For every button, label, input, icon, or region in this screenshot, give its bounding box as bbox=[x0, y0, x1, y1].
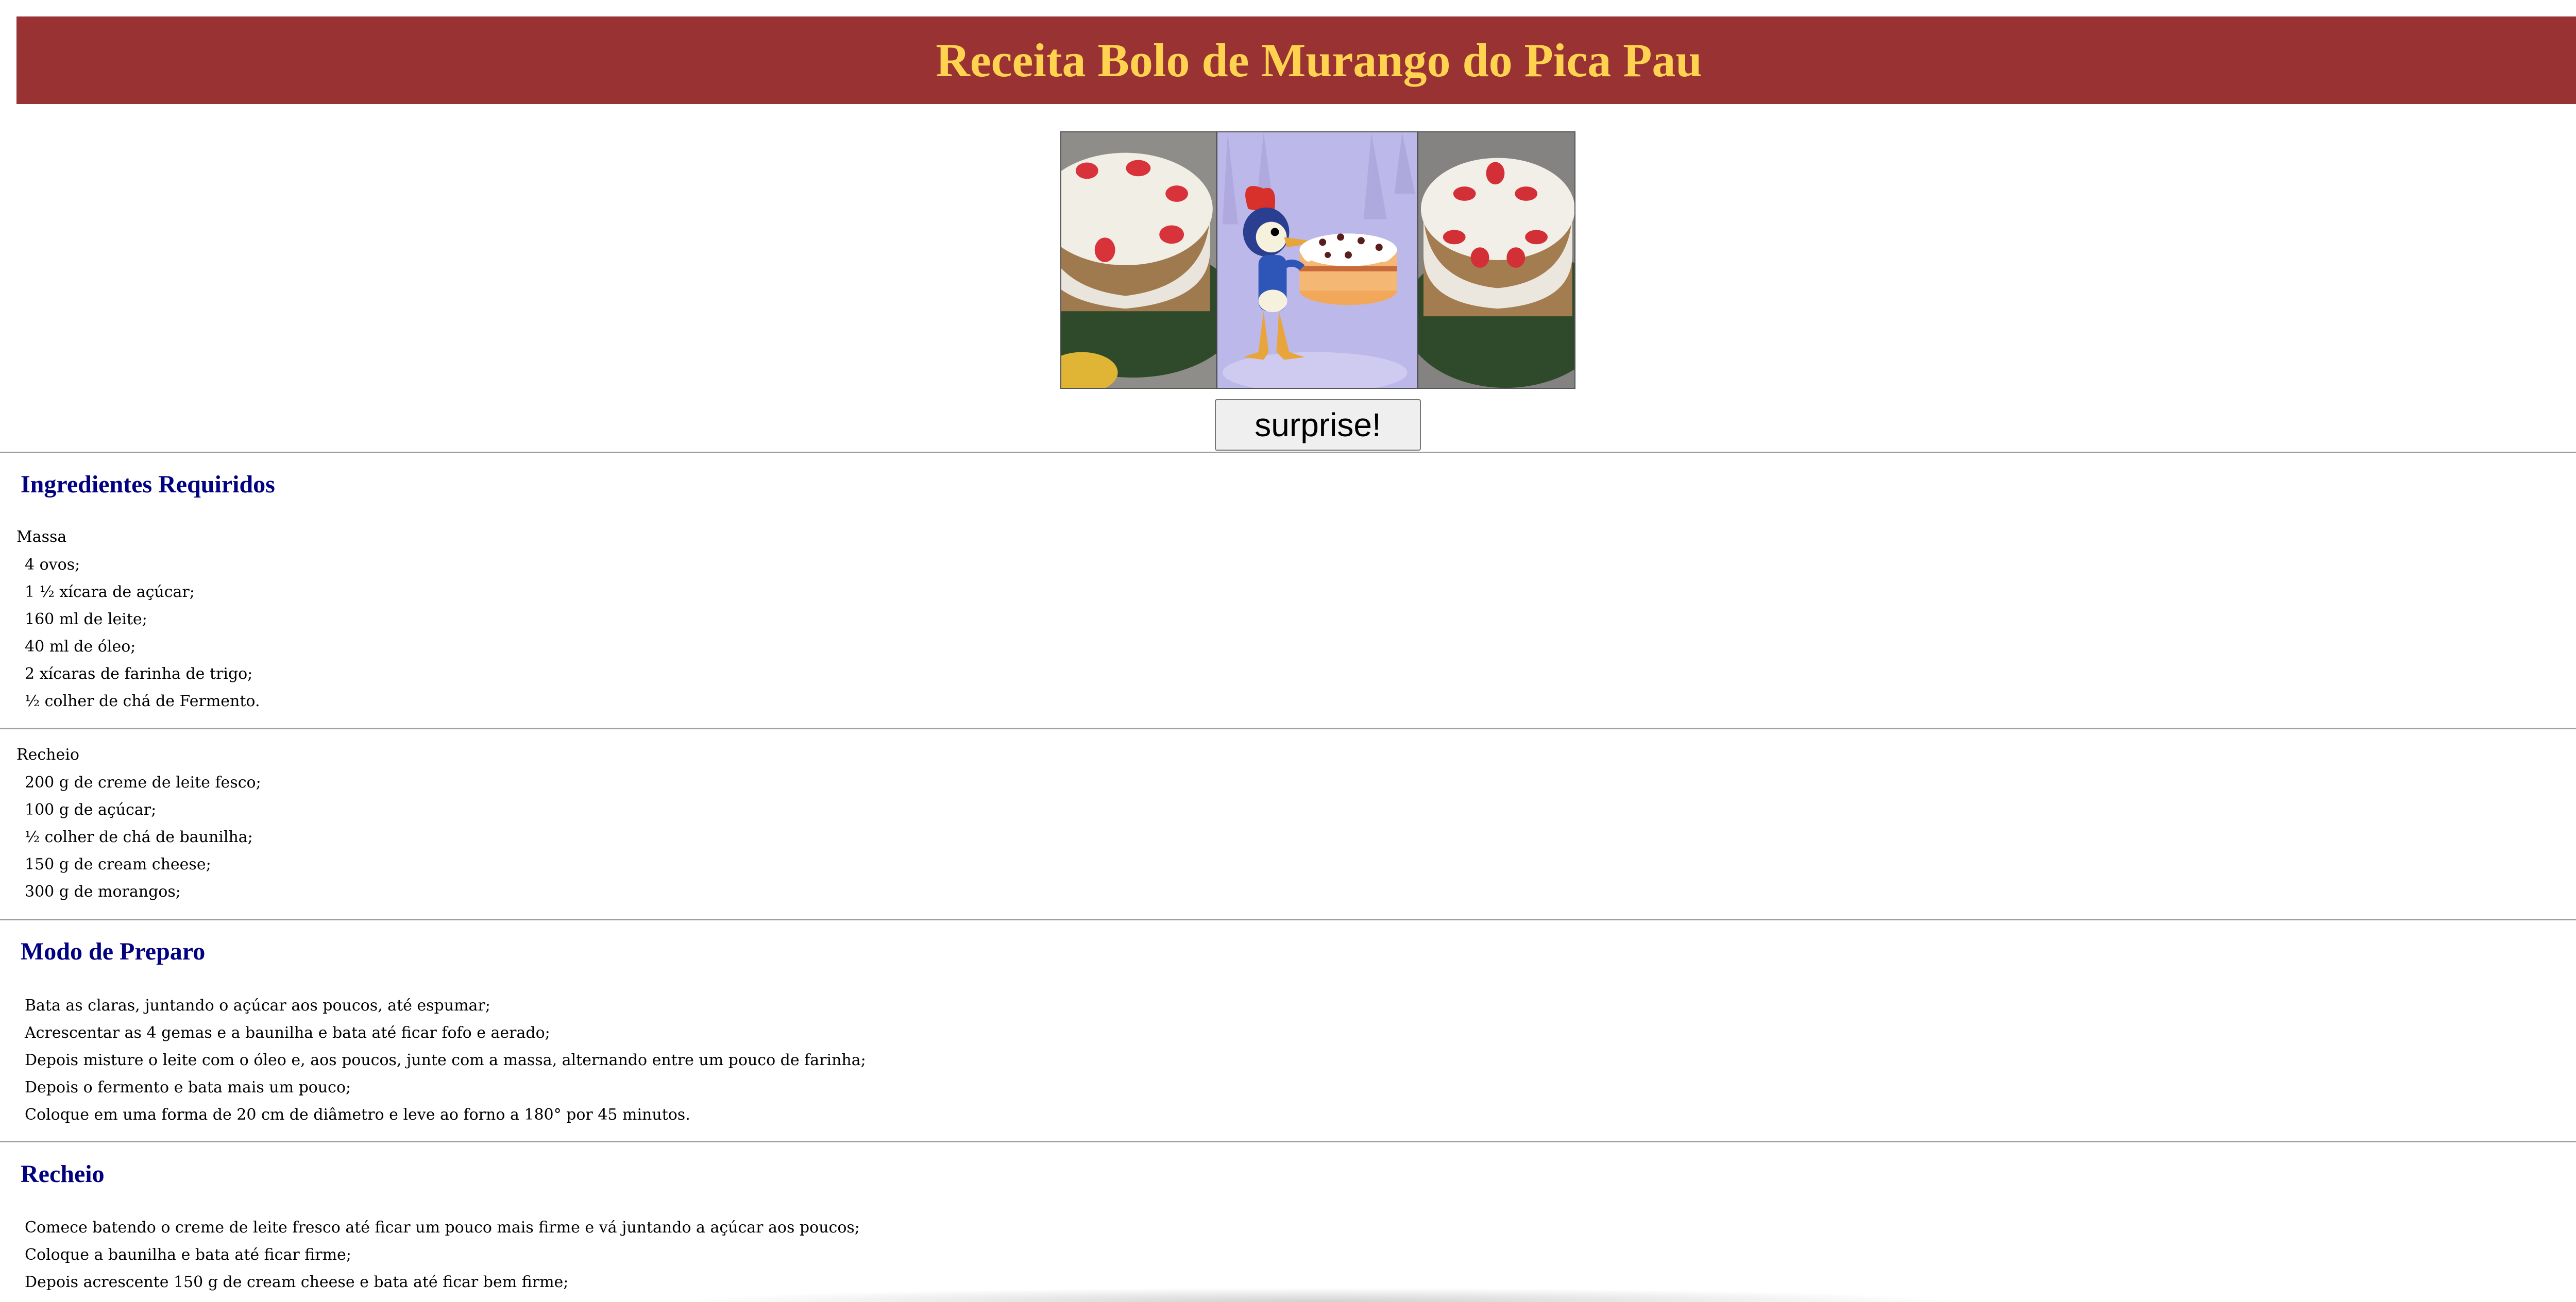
divider bbox=[0, 452, 2576, 453]
divider bbox=[0, 728, 2576, 729]
strawberry-cake-photo-right bbox=[1418, 132, 1574, 388]
recheio-label: Recheio bbox=[16, 746, 79, 764]
list-item: Coloque em uma forma de 20 cm de diâmetr… bbox=[25, 1106, 690, 1124]
page-header: Receita Bolo de Murango do Pica Pau bbox=[16, 16, 2576, 104]
list-item: 4 ovos; bbox=[25, 556, 80, 574]
recheio-steps-list: Comece batendo o creme de leite fresco a… bbox=[25, 1214, 860, 1296]
list-item: 40 ml de óleo; bbox=[25, 638, 136, 656]
massa-list: 4 ovos; 1 ½ xícara de açúcar; 160 ml de … bbox=[25, 551, 260, 715]
divider bbox=[0, 1141, 2576, 1142]
list-item: Bata as claras, juntando o açúcar aos po… bbox=[25, 997, 490, 1015]
list-item: ½ colher de chá de baunilha; bbox=[25, 828, 253, 846]
bottom-shadow bbox=[670, 1288, 1968, 1302]
list-item: Depois o fermento e bata mais um pouco; bbox=[25, 1078, 351, 1097]
list-item: Acrescentar as 4 gemas e a baunilha e ba… bbox=[25, 1024, 550, 1042]
list-item: 160 ml de leite; bbox=[25, 610, 147, 628]
list-item: 1 ½ xícara de açúcar; bbox=[25, 583, 195, 601]
preparo-list: Bata as claras, juntando o açúcar aos po… bbox=[25, 992, 866, 1128]
list-item: 2 xícaras de farinha de trigo; bbox=[25, 665, 253, 683]
preparo-heading: Modo de Preparo bbox=[21, 938, 206, 965]
recheio-heading: Recheio bbox=[21, 1160, 105, 1188]
list-item: Comece batendo o creme de leite fresco a… bbox=[25, 1219, 860, 1237]
recheio-ingredients-list: 200 g de creme de leite fesco; 100 g de … bbox=[25, 769, 261, 905]
divider bbox=[0, 919, 2576, 920]
list-item: ½ colher de chá de Fermento. bbox=[25, 692, 260, 710]
surprise-button[interactable]: surprise! bbox=[1215, 399, 1421, 451]
page-title: Receita Bolo de Murango do Pica Pau bbox=[936, 34, 1702, 87]
massa-label: Massa bbox=[16, 528, 67, 546]
list-item: 150 g de cream cheese; bbox=[25, 855, 211, 873]
ingredients-heading: Ingredientes Requiridos bbox=[21, 471, 275, 498]
image-gallery bbox=[1060, 131, 1575, 389]
list-item: Coloque a baunilha e bata até ficar firm… bbox=[25, 1246, 351, 1264]
list-item: 100 g de açúcar; bbox=[25, 801, 157, 819]
list-item: 200 g de creme de leite fesco; bbox=[25, 774, 261, 792]
strawberry-cake-photo-left bbox=[1061, 132, 1217, 388]
list-item: 300 g de morangos; bbox=[25, 883, 181, 901]
list-item: Depois misture o leite com o óleo e, aos… bbox=[25, 1051, 866, 1069]
woody-woodpecker-cake-cartoon bbox=[1217, 132, 1419, 388]
